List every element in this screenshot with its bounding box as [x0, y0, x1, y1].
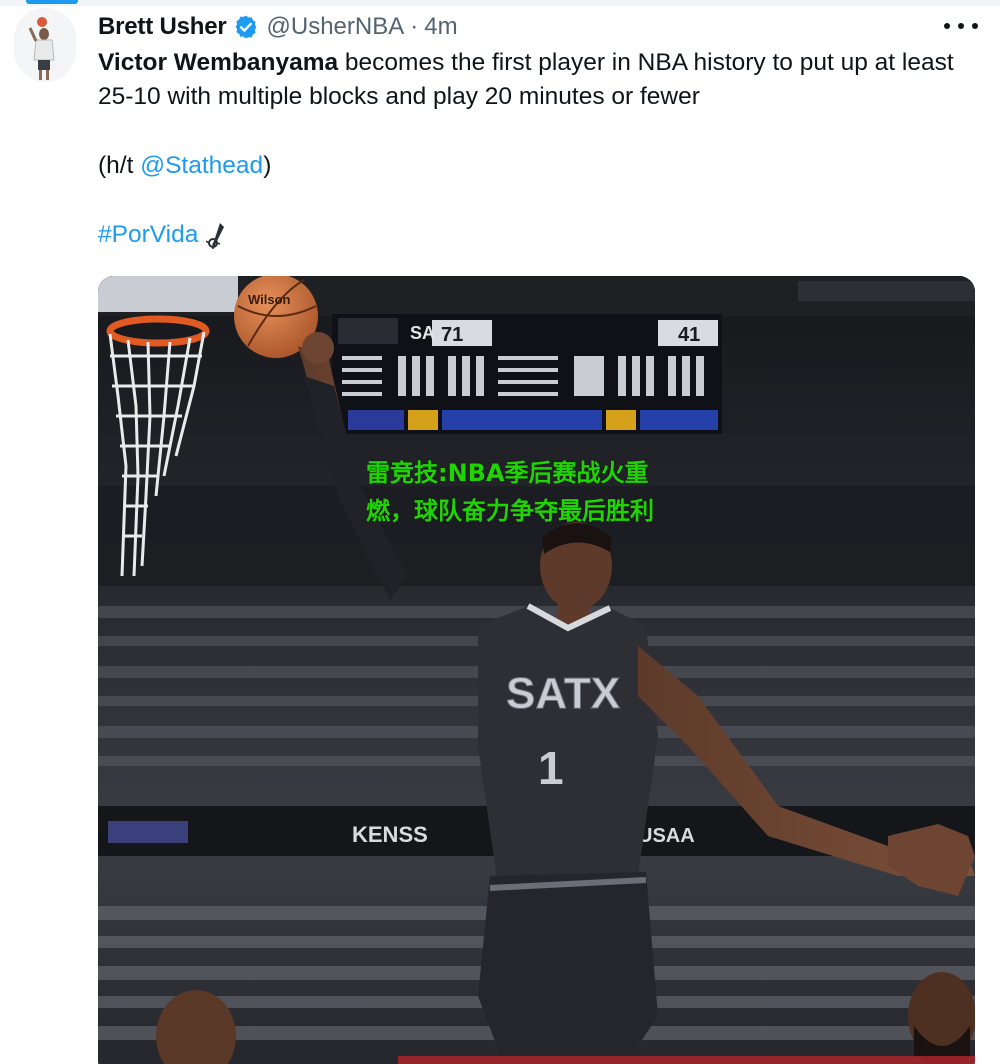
tweet-header: Brett Usher @UsherNBA · 4m: [98, 12, 458, 42]
banner-right-text: USAA: [638, 825, 695, 847]
tweet-screenshot: Brett Usher @UsherNBA · 4m Victor Wemban…: [0, 0, 1000, 1064]
timestamp[interactable]: 4m: [424, 13, 457, 41]
more-dot: [944, 23, 950, 29]
more-dot: [958, 23, 964, 29]
previous-item-edge: [0, 0, 1000, 6]
hashtag-line: #PorVida: [98, 218, 228, 252]
previous-item-accent: [26, 0, 78, 4]
scoreboard-home: SA: [410, 323, 435, 343]
scoreboard-away-score: 41: [678, 324, 700, 346]
verified-badge-icon: [233, 14, 259, 40]
hat-tip-suffix: ): [263, 152, 272, 179]
hat-tip-line: (h/t @Stathead): [98, 149, 271, 183]
author-handle[interactable]: @UsherNBA: [267, 13, 405, 41]
tweet-photo[interactable]: SA 71 41 KENSS USAA Wilson SATX 1: [98, 276, 975, 1064]
more-dot: [972, 23, 978, 29]
author-name[interactable]: Brett Usher: [98, 13, 227, 41]
spurs-emoji-icon: [205, 221, 228, 249]
scoreboard: SA 71 41: [332, 314, 722, 434]
overlay-caption: 雷竞技:NBA季后赛战火重燃，球队奋力争夺最后胜利: [366, 459, 654, 525]
hashtag-link[interactable]: #PorVida: [98, 218, 198, 252]
player-name: Victor Wembanyama: [98, 49, 339, 76]
scoreboard-home-score: 71: [441, 324, 463, 346]
jersey-number: 1: [538, 742, 564, 794]
header-separator: ·: [410, 13, 419, 40]
avatar[interactable]: [14, 8, 76, 82]
more-options-icon[interactable]: [944, 16, 978, 36]
ball-brand: Wilson: [248, 292, 291, 307]
tweet-text: Victor Wembanyama becomes the first play…: [98, 46, 978, 114]
jersey-team: SATX: [506, 669, 620, 718]
stathead-mention-link[interactable]: @Stathead: [140, 152, 263, 179]
banner-center-text: KENSS: [352, 822, 428, 847]
hat-tip-prefix: (h/t: [98, 152, 141, 179]
